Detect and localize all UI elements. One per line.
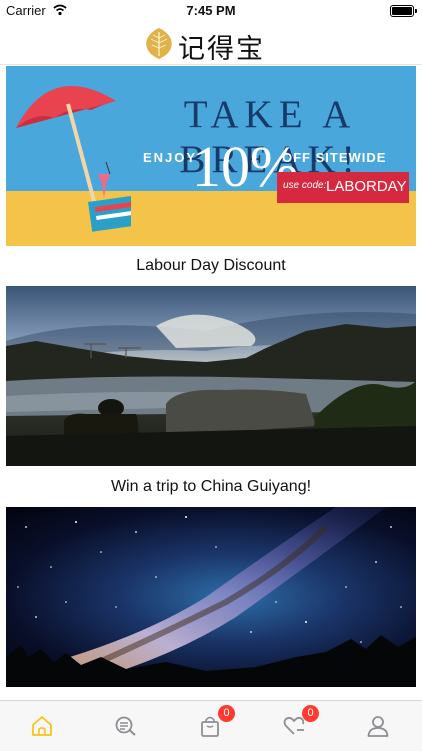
labour-day-banner[interactable]: TAKE A BREAK! ENJOY 10% OFF SITEWIDE use… — [6, 66, 416, 246]
bodhi-leaf-logo-icon — [146, 28, 172, 59]
favorites-count-badge: 0 — [302, 705, 319, 722]
card-caption-labour-day[interactable]: Labour Day Discount — [0, 257, 422, 275]
guiyang-lake-photo[interactable] — [6, 286, 416, 466]
milky-way-illustration — [6, 507, 416, 687]
beach-umbrella-illustration — [16, 86, 131, 232]
banner-enjoy-text: ENJOY — [143, 150, 198, 165]
tab-profile[interactable] — [336, 701, 420, 751]
search-list-icon — [115, 716, 136, 736]
home-icon — [32, 716, 52, 736]
tab-home[interactable] — [0, 701, 84, 751]
tab-bar: 0 0 — [0, 700, 422, 751]
tab-search[interactable] — [84, 701, 168, 751]
banner-off-sitewide-text: OFF SITEWIDE — [282, 150, 387, 165]
milky-way-photo[interactable] — [6, 507, 416, 687]
lake-landscape-illustration — [6, 312, 416, 466]
promo-code-prefix: use code: — [283, 180, 327, 191]
battery-icon — [390, 5, 417, 17]
tab-favorites[interactable]: 0 — [252, 701, 336, 751]
tab-cart[interactable]: 0 — [168, 701, 252, 751]
promo-code-value: LABORDAY — [326, 178, 407, 195]
clock: 7:45 PM — [186, 3, 236, 18]
user-icon — [367, 716, 389, 737]
app-title: 记得宝 — [178, 34, 265, 65]
promo-code-badge: use code: LABORDAY — [277, 172, 409, 203]
cart-count-badge: 0 — [218, 705, 235, 722]
nav-header: 记得宝 — [0, 22, 422, 65]
card-caption-guiyang-trip[interactable]: Win a trip to China Guiyang! — [0, 478, 422, 496]
promotion-feed[interactable]: TAKE A BREAK! ENJOY 10% OFF SITEWIDE use… — [0, 65, 422, 700]
status-bar: Carrier 7:45 PM — [0, 0, 422, 22]
